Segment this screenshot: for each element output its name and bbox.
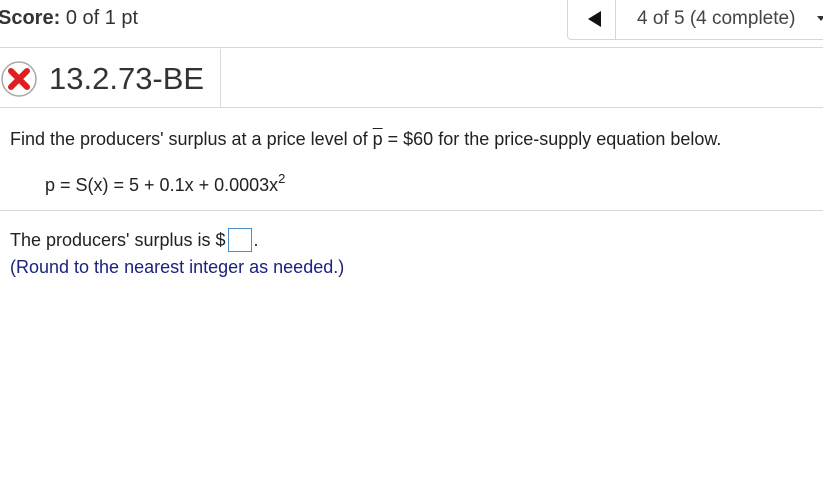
incorrect-x-icon bbox=[1, 61, 37, 97]
answer-input[interactable] bbox=[227, 228, 252, 252]
prompt-text-end: = $60 for the price-supply equation belo… bbox=[382, 129, 722, 149]
prompt-text: Find the producers' surplus at a price l… bbox=[10, 129, 373, 149]
question-id: 13.2.73-BE bbox=[49, 61, 205, 96]
equation-text: p = S(x) = 5 + 0.1x + 0.0003x bbox=[45, 175, 279, 195]
answer-line: The producers' surplus is $ . bbox=[10, 228, 259, 252]
divider bbox=[0, 107, 823, 108]
price-supply-equation: p = S(x) = 5 + 0.1x + 0.0003x2 bbox=[45, 171, 286, 197]
rounding-hint: (Round to the nearest integer as needed.… bbox=[10, 257, 345, 277]
problem-statement: Find the producers' surplus at a price l… bbox=[10, 128, 721, 150]
triangle-left-icon bbox=[588, 11, 601, 27]
caret-down-icon[interactable] bbox=[817, 16, 823, 21]
divider bbox=[0, 47, 823, 48]
question-page: Score: 0 of 1 pt 4 of 5 (4 complete) 13.… bbox=[0, 0, 823, 490]
score-value: 0 of 1 pt bbox=[65, 7, 139, 29]
question-progress-dropdown[interactable]: 4 of 5 (4 complete) bbox=[637, 7, 795, 31]
divider bbox=[0, 210, 823, 211]
price-symbol: p bbox=[372, 129, 383, 149]
divider bbox=[220, 49, 221, 107]
question-navigator: 4 of 5 (4 complete) bbox=[567, 0, 823, 40]
answer-prefix: The producers' surplus is $ bbox=[10, 230, 226, 250]
previous-question-button[interactable] bbox=[568, 0, 616, 39]
equation-exponent: 2 bbox=[278, 171, 286, 186]
score-display: Score: 0 of 1 pt bbox=[0, 5, 138, 31]
answer-suffix: . bbox=[253, 230, 259, 250]
score-label: Score: bbox=[0, 7, 61, 29]
